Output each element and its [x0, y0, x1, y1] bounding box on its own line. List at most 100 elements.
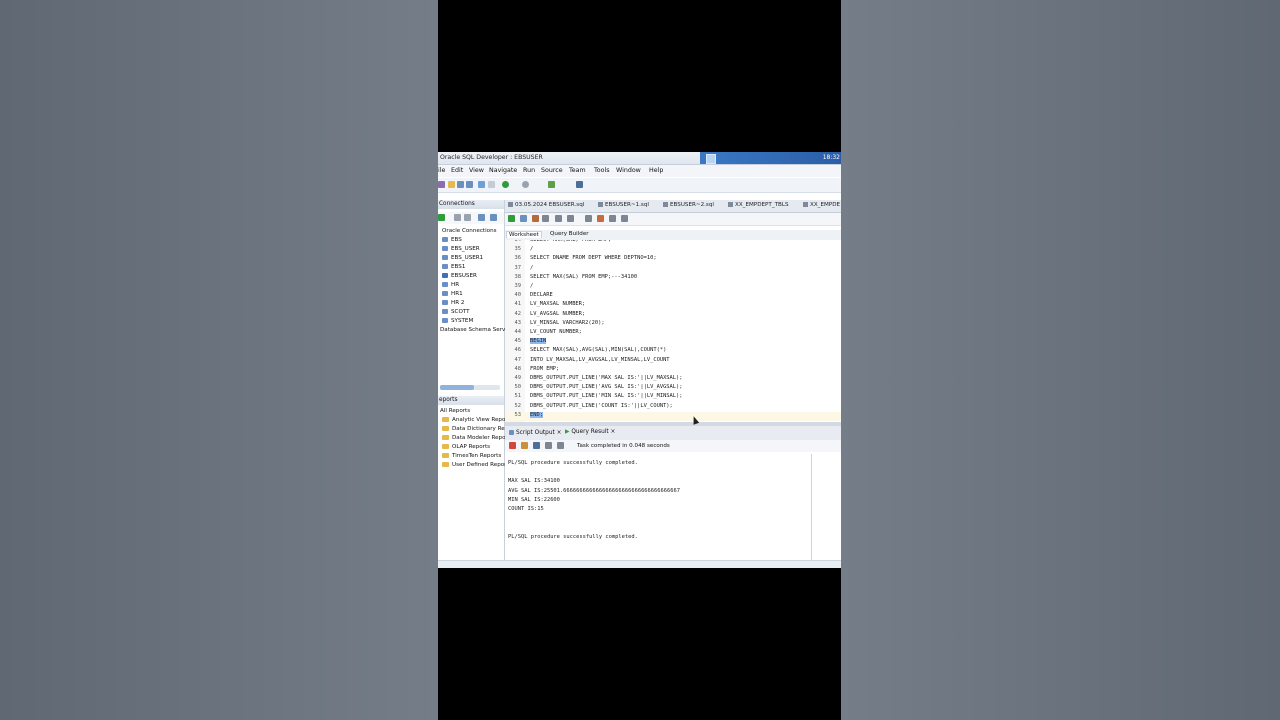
tab-script-output[interactable]: Script Output ×: [509, 429, 562, 436]
code-line[interactable]: 36 SELECT DNAME FROM DEPT WHERE DEPTNO=10…: [505, 255, 841, 264]
tab-file[interactable]: EBSUSER~2.sql: [663, 202, 714, 208]
run-statement-icon[interactable]: [508, 215, 515, 222]
code-line[interactable]: 38 SELECT MAX(SAL) FROM EMP;---34100: [505, 274, 841, 283]
save-all-icon[interactable]: [466, 181, 473, 188]
output-line: AVG SAL IS:25501.66666666666666666666666…: [508, 487, 681, 494]
code-line[interactable]: 43 LV_MINSAL VARCHAR2(20);: [505, 320, 841, 329]
tab-worksheet[interactable]: Worksheet: [506, 231, 542, 238]
sql-worksheet-icon[interactable]: [576, 181, 583, 188]
open-output-icon[interactable]: [557, 442, 564, 449]
connection-item[interactable]: SCOTT: [442, 309, 470, 315]
tab-query-result[interactable]: ▶ Query Result ×: [565, 429, 615, 435]
eraser-icon[interactable]: [521, 442, 528, 449]
code-editor[interactable]: 34 SELECT MAX(SAL) FROM EMP; 35 / 36 SELECT D…: [505, 240, 841, 422]
code-line[interactable]: 52 DBMS_OUTPUT.PUT_LINE('COUNT IS:'||LV_C…: [505, 403, 841, 412]
menu-team[interactable]: Team: [569, 167, 586, 174]
code-line[interactable]: 39 /: [505, 283, 841, 292]
save-icon[interactable]: [457, 181, 464, 188]
open-icon[interactable]: [448, 181, 455, 188]
connection-item[interactable]: EBS_USER: [442, 246, 480, 252]
tree-database-schema-service[interactable]: Database Schema Servi: [440, 327, 507, 333]
run-script-icon[interactable]: [520, 215, 527, 222]
run-sql-icon[interactable]: [548, 181, 555, 188]
redo-icon[interactable]: [488, 181, 495, 188]
report-folder[interactable]: Data Modeler Repor: [442, 435, 508, 441]
code-line[interactable]: 37 /: [505, 265, 841, 274]
filter-icon[interactable]: [464, 214, 471, 221]
code-line[interactable]: 35 /: [505, 246, 841, 255]
back-icon[interactable]: [502, 181, 509, 188]
explain-plan-icon[interactable]: [542, 215, 549, 222]
code-line[interactable]: 49 DBMS_OUTPUT.PUT_LINE('MAX SAL IS:'||LV…: [505, 375, 841, 384]
navigator-scrollbar[interactable]: [440, 385, 500, 390]
report-folder[interactable]: OLAP Reports: [442, 444, 490, 450]
menu-run[interactable]: Run: [523, 167, 535, 174]
code-line[interactable]: 50 DBMS_OUTPUT.PUT_LINE('AVG SAL IS:'||LV…: [505, 384, 841, 393]
report-folder[interactable]: TimesTen Reports: [442, 453, 501, 459]
schema-browser-icon[interactable]: [478, 214, 485, 221]
line-number: 37: [514, 264, 522, 271]
connection-item[interactable]: EBSUSER: [442, 273, 477, 279]
code-line[interactable]: 45 BEGIN: [505, 338, 841, 347]
menu-navigate[interactable]: Navigate: [489, 167, 517, 174]
code-line[interactable]: 48 FROM EMP;: [505, 366, 841, 375]
tab-table[interactable]: XX_EMPDE: [803, 202, 840, 208]
undo-icon[interactable]: [478, 181, 485, 188]
connection-item[interactable]: EBS1: [442, 264, 465, 270]
report-folder[interactable]: Analytic View Repor: [442, 417, 508, 423]
code-line[interactable]: 42 LV_AVGSAL NUMBER;: [505, 311, 841, 320]
tree-all-reports[interactable]: All Reports: [440, 408, 470, 414]
menu-help[interactable]: Help: [649, 167, 663, 174]
menu-source[interactable]: Source: [541, 167, 563, 174]
tray-icon[interactable]: [706, 154, 716, 164]
line-number: 46: [514, 347, 522, 354]
code-line[interactable]: 41 LV_MAXSAL NUMBER;: [505, 301, 841, 310]
connection-item[interactable]: HR1: [442, 291, 463, 297]
connection-item[interactable]: HR 2: [442, 300, 464, 306]
import-icon[interactable]: [490, 214, 497, 221]
rollback-icon[interactable]: [567, 215, 574, 222]
folder-icon: [442, 426, 449, 431]
db-icon: [442, 282, 448, 287]
line-number: 51: [514, 393, 522, 400]
print-icon[interactable]: [545, 442, 552, 449]
pin-icon[interactable]: [509, 442, 516, 449]
line-number: 44: [514, 329, 522, 335]
forward-icon[interactable]: [522, 181, 529, 188]
reports-header: eports: [438, 396, 504, 405]
connection-item[interactable]: HR: [442, 282, 459, 288]
tab-query-builder[interactable]: Query Builder: [548, 231, 591, 237]
refresh-icon[interactable]: [454, 214, 461, 221]
report-folder[interactable]: Data Dictionary Rep: [442, 426, 508, 432]
menu-file[interactable]: ile: [438, 167, 445, 174]
menu-view[interactable]: View: [469, 167, 484, 174]
connection-item[interactable]: EBS_USER1: [442, 255, 483, 261]
code-line[interactable]: 44 LV_COUNT NUMBER;: [505, 329, 841, 338]
connection-item[interactable]: EBS: [442, 237, 462, 243]
code-line[interactable]: 51 DBMS_OUTPUT.PUT_LINE('MIN SAL IS:'||LV…: [505, 393, 841, 402]
save-output-icon[interactable]: [533, 442, 540, 449]
menu-window[interactable]: Window: [616, 167, 641, 174]
code-line[interactable]: 47 INTO LV_MAXSAL,LV_AVGSAL,LV_MINSAL,LV_…: [505, 357, 841, 366]
commit-icon[interactable]: [555, 215, 562, 222]
code-line[interactable]: 46 SELECT MAX(SAL),AVG(SAL),MIN(SAL),COUN…: [505, 347, 841, 356]
history-icon[interactable]: [609, 215, 616, 222]
tab-file[interactable]: EBSUSER~1.sql: [598, 202, 649, 208]
add-connection-icon[interactable]: [438, 214, 445, 221]
new-icon[interactable]: [438, 181, 445, 188]
code-text: LV_MAXSAL NUMBER;: [530, 301, 586, 308]
tab-table[interactable]: XX_EMPDEPT_TBLS: [728, 202, 789, 208]
menu-edit[interactable]: Edit: [451, 167, 463, 174]
clear-icon[interactable]: [597, 215, 604, 222]
autotrace-icon[interactable]: [532, 215, 539, 222]
code-line[interactable]: 53 END;: [505, 411, 841, 421]
tab-file[interactable]: 03.05.2024 EBSUSER.sql: [508, 202, 584, 208]
code-line[interactable]: 40 DECLARE: [505, 292, 841, 301]
script-output-area[interactable]: PL/SQL procedure successfully completed.…: [505, 454, 811, 560]
tree-oracle-connections[interactable]: Oracle Connections: [442, 228, 497, 234]
report-folder[interactable]: User Defined Repor: [442, 462, 506, 468]
connection-item[interactable]: SYSTEM: [442, 318, 473, 324]
menu-tools[interactable]: Tools: [594, 167, 610, 174]
format-icon[interactable]: [621, 215, 628, 222]
sql-tuning-icon[interactable]: [585, 215, 592, 222]
